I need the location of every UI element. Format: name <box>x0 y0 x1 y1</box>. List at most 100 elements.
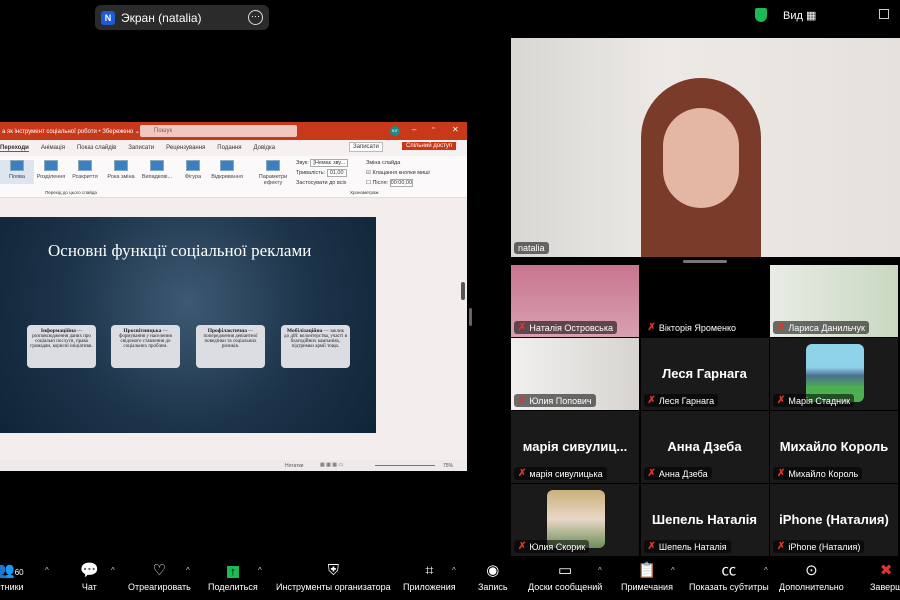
participant-name: Шепель Наталія <box>658 541 727 552</box>
notes-icon: 📋 <box>637 562 657 579</box>
participant-tile[interactable]: марія сивулиц... ✗ марія сивулицька <box>511 411 639 483</box>
captions-button[interactable]: ㏄ Показать субтитры <box>689 560 769 592</box>
share-button[interactable]: Спільний доступ <box>402 142 457 150</box>
tab-view[interactable]: Подання <box>217 145 241 151</box>
more-icon: ⊙ <box>805 562 818 579</box>
apply-all-button[interactable]: Застосувати до всіх <box>296 178 348 188</box>
scrollbar[interactable] <box>461 282 465 300</box>
slide-card: Мобілізаційна — заклик до дій: волонтерс… <box>281 325 350 368</box>
resize-handle[interactable] <box>683 260 727 263</box>
apps-button[interactable]: ⌗ Приложения <box>403 560 456 592</box>
after-label: Після: <box>372 180 389 186</box>
advance-controls: Зміна слайда ☑ Клацання кнопки миші ☐ Пі… <box>366 158 430 188</box>
transition-random[interactable]: Випадкові... <box>140 160 174 180</box>
zoom-slider[interactable] <box>375 465 435 466</box>
sound-select[interactable]: [Немає зву... <box>310 159 349 167</box>
security-shield-icon[interactable] <box>755 8 767 22</box>
transition-split[interactable]: Розділення <box>34 160 68 180</box>
chevron-up-icon[interactable]: ^ <box>598 566 602 575</box>
participant-tile[interactable]: iPhone (Наталия) ✗ iPhone (Наталия) <box>770 484 898 556</box>
restore-window-icon[interactable] <box>879 9 889 19</box>
participant-tile[interactable]: ✗ Марія Стадник <box>770 338 898 410</box>
participant-tile[interactable]: ✗ Вікторія Яроменко <box>640 265 769 337</box>
tab-review[interactable]: Рецензування <box>166 145 205 151</box>
whiteboards-button[interactable]: ▭ Доски сообщений <box>528 560 602 592</box>
label: Доски сообщений <box>528 582 603 592</box>
share-screen-button[interactable]: ↑ Поделиться <box>208 560 258 592</box>
participant-name: Юлия Попович <box>529 395 592 406</box>
tab-animation[interactable]: Анімація <box>41 145 65 151</box>
transition-uncover[interactable]: Відкривання <box>210 160 244 180</box>
record-button[interactable]: Записати <box>349 142 383 152</box>
participant-tile[interactable]: Шепель Наталія ✗ Шепель Наталія <box>640 484 769 556</box>
label: стники <box>0 582 24 592</box>
participant-tile[interactable]: ✗ Наталія Островська <box>511 265 639 337</box>
tab-help[interactable]: Довідка <box>254 145 276 151</box>
chevron-up-icon[interactable]: ^ <box>452 566 456 575</box>
search-input[interactable]: Пошук <box>140 125 297 137</box>
advance-label: Зміна слайда <box>366 160 401 166</box>
chevron-up-icon[interactable]: ^ <box>111 566 115 575</box>
main-speaker-video[interactable]: natalia <box>511 38 900 257</box>
participant-display-name: Шепель Наталія <box>652 512 757 527</box>
grid-icon: ▦ <box>805 10 817 22</box>
participant-tile[interactable]: ✗ Юлия Скорик <box>511 484 639 556</box>
slide-card: Інформаційна — розповсюдження даних про … <box>27 325 96 368</box>
record-button[interactable]: ◉ Запись <box>478 560 508 592</box>
participant-tile[interactable]: Михайло Король ✗ Михайло Король <box>770 411 898 483</box>
react-button[interactable]: ♡ Отреагировать <box>128 560 191 592</box>
notes-button[interactable]: Нотатки <box>285 463 303 469</box>
participant-tile[interactable]: Леся Гарнага ✗ Леся Гарнага <box>640 338 769 410</box>
label: Поява <box>9 174 25 180</box>
split-handle[interactable] <box>469 308 472 326</box>
chevron-up-icon[interactable]: ^ <box>45 566 49 575</box>
participant-name: марія сивулицька <box>529 468 603 479</box>
participant-tile[interactable]: Анна Дзеба ✗ Анна Дзеба <box>640 411 769 483</box>
chat-button[interactable]: 💬 Чат <box>80 560 99 592</box>
zoom-level[interactable]: 75% <box>443 463 453 469</box>
view-button[interactable]: Вид ▦ <box>783 9 816 22</box>
minimize-icon[interactable]: – <box>412 125 416 134</box>
participant-display-name: Леся Гарнага <box>662 366 747 381</box>
participant-tile[interactable]: ✗ Лариса Данильчук <box>770 265 898 337</box>
chevron-up-icon[interactable]: ^ <box>186 566 190 575</box>
close-icon[interactable]: ✕ <box>452 125 459 134</box>
mic-muted-icon: ✗ <box>647 395 656 406</box>
avatar[interactable]: ЮГ <box>390 126 400 136</box>
participants-button[interactable]: 👥60 стники <box>0 560 24 592</box>
duration-input[interactable]: 01,00 <box>326 169 347 177</box>
chevron-up-icon[interactable]: ^ <box>671 566 675 575</box>
transition-reveal[interactable]: Розкриття <box>68 160 102 180</box>
label: Випадкові... <box>141 174 173 180</box>
participant-name: Михайло Король <box>788 468 859 479</box>
after-checkbox[interactable]: ☐ <box>366 180 371 186</box>
effect-options-button[interactable]: Параметри ефекту <box>254 160 292 186</box>
end-button[interactable]: ✖ Заверш <box>870 560 900 592</box>
maximize-icon[interactable]: ▫ <box>432 125 434 132</box>
tab-slideshow[interactable]: Показ слайдів <box>77 145 116 151</box>
apps-icon: ⌗ <box>425 562 434 579</box>
label: Отреагировать <box>128 582 191 592</box>
transition-cut[interactable]: Рока зміна <box>104 160 138 180</box>
transition-shape[interactable]: Фігура <box>176 160 210 180</box>
view-buttons[interactable]: ▦ ▦ ▦ ▭ <box>320 462 343 468</box>
more-button[interactable]: ⊙ Дополнительно <box>779 560 844 592</box>
tab-transitions[interactable]: Переходи <box>0 145 29 152</box>
label: Заверш <box>870 582 900 592</box>
participant-tile[interactable]: ✗ Юлия Попович <box>511 338 639 410</box>
label: Відкривання <box>211 174 243 180</box>
participant-display-name: Михайло Король <box>779 439 889 454</box>
screen-share-pill[interactable]: N Экран (natalia) ⋯ <box>95 5 269 30</box>
mic-muted-icon: ✗ <box>518 395 527 406</box>
more-icon[interactable]: ⋯ <box>248 10 263 25</box>
chevron-up-icon[interactable]: ^ <box>258 566 262 575</box>
tab-record[interactable]: Записати <box>128 145 154 151</box>
transition-appear[interactable]: Поява <box>0 160 34 184</box>
host-tools-button[interactable]: ⛨ Инструменты организатора <box>276 560 391 592</box>
view-label: Вид <box>783 10 803 22</box>
on-click-checkbox[interactable]: ☑ <box>366 170 371 176</box>
chevron-up-icon[interactable]: ^ <box>764 566 768 575</box>
after-input[interactable]: 00:00,00 <box>389 179 414 187</box>
participant-name: Анна Дзеба <box>658 468 708 479</box>
notes-button[interactable]: 📋 Примечания <box>621 560 673 592</box>
